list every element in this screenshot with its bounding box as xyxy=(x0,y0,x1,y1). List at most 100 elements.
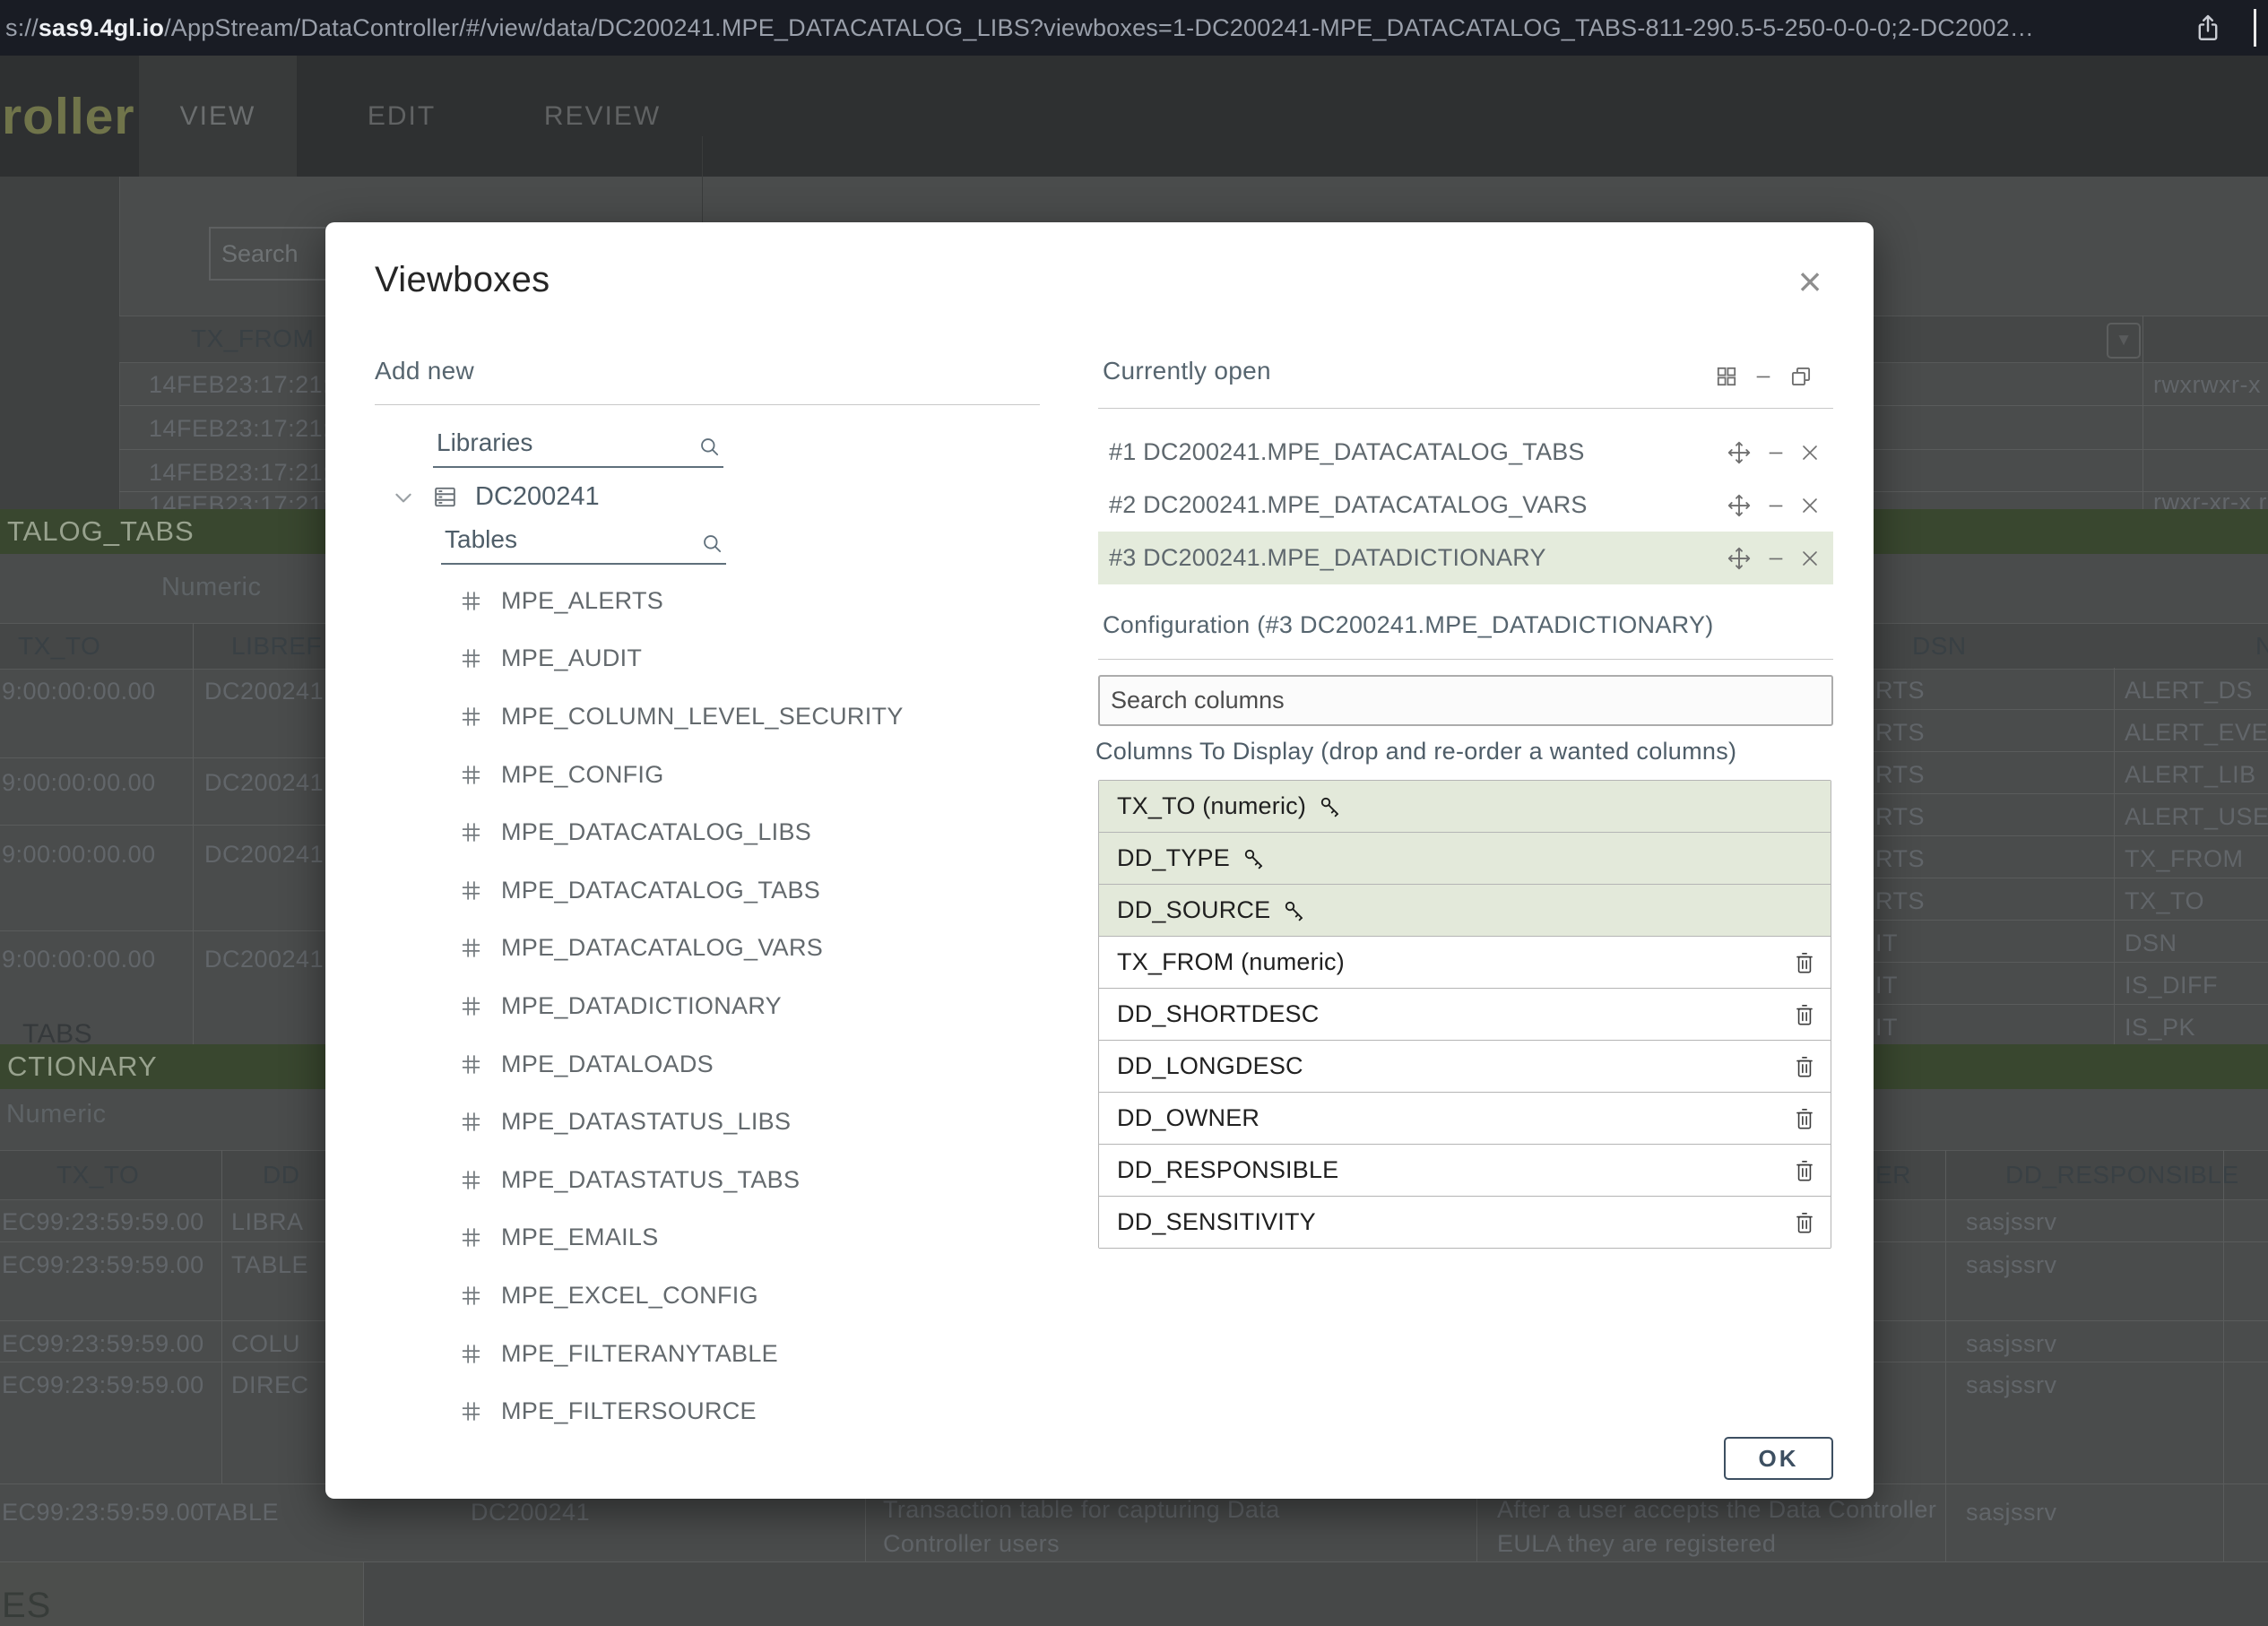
table-item-label: MPE_DATACATALOG_LIBS xyxy=(501,818,811,846)
column-row-dd-source[interactable]: DD_SOURCE xyxy=(1099,885,1831,937)
bg-cell: 9:00:00:00.00 xyxy=(2,678,156,705)
trash-icon[interactable] xyxy=(1793,1157,1816,1184)
app-logo: roller xyxy=(0,56,135,177)
bg-cell: Transaction table for capturing Data Con… xyxy=(883,1492,1349,1561)
trash-icon[interactable] xyxy=(1793,1209,1816,1236)
table-item-mpe-dataloads[interactable]: MPE_DATALOADS xyxy=(459,1035,1086,1094)
viewbox-row-3-selected[interactable]: #3 DC200241.MPE_DATADICTIONARY xyxy=(1098,532,1833,584)
bg-cell: RTS xyxy=(1875,719,1925,747)
table-item-mpe-datacatalog-tabs[interactable]: MPE_DATACATALOG_TABS xyxy=(459,861,1086,920)
grid-layout-icon[interactable] xyxy=(1715,365,1738,388)
table-item-mpe-emails[interactable]: MPE_EMAILS xyxy=(459,1209,1086,1267)
close-viewbox-icon[interactable] xyxy=(1799,442,1821,463)
column-row-dd-type[interactable]: DD_TYPE xyxy=(1099,833,1831,885)
table-item-mpe-filteranytable[interactable]: MPE_FILTERANYTABLE xyxy=(459,1325,1086,1383)
bg-cell: DIREC xyxy=(231,1371,309,1399)
table-item-mpe-alerts[interactable]: MPE_ALERTS xyxy=(459,572,1086,630)
table-grid-icon xyxy=(459,1284,483,1308)
table-item-label: MPE_DATASTATUS_TABS xyxy=(501,1166,800,1194)
column-row-dd-shortdesc[interactable]: DD_SHORTDESC xyxy=(1099,989,1831,1041)
table-item-mpe-datastatus-libs[interactable]: MPE_DATASTATUS_LIBS xyxy=(459,1093,1086,1151)
table-item-mpe-config[interactable]: MPE_CONFIG xyxy=(459,746,1086,804)
bg-bottom-left-panel: ES xyxy=(0,1562,364,1626)
viewbox-row-2[interactable]: #2 DC200241.MPE_DATACATALOG_VARS xyxy=(1098,479,1833,532)
table-item-mpe-datacatalog-vars[interactable]: MPE_DATACATALOG_VARS xyxy=(459,920,1086,978)
bg-cell: DC200241 xyxy=(471,1499,590,1527)
table-item-mpe-datastatus-tabs[interactable]: MPE_DATASTATUS_TABS xyxy=(459,1151,1086,1209)
libraries-search-input[interactable] xyxy=(433,428,697,466)
bg-cell: COLU xyxy=(231,1330,300,1358)
url-domain: sas9.4gl.io xyxy=(39,14,164,41)
minimize-icon[interactable] xyxy=(1766,549,1786,568)
tab-edit[interactable]: EDIT xyxy=(334,56,469,177)
chevron-down-icon[interactable] xyxy=(392,486,415,509)
bg-row-divider xyxy=(0,825,325,826)
move-icon[interactable] xyxy=(1726,492,1753,519)
search-columns-field[interactable] xyxy=(1098,675,1833,726)
bg-type-label: Numeric xyxy=(161,573,261,602)
browser-url-bar[interactable]: s://sas9.4gl.io/AppStream/DataController… xyxy=(0,0,2268,56)
viewbox-label: #1 DC200241.MPE_DATACATALOG_TABS xyxy=(1098,438,1585,466)
columns-to-display-label: Columns To Display (drop and re-order a … xyxy=(1095,738,1736,765)
search-icon xyxy=(697,435,722,459)
table-item-mpe-excel-config[interactable]: MPE_EXCEL_CONFIG xyxy=(459,1267,1086,1325)
trash-icon[interactable] xyxy=(1793,1105,1816,1132)
trash-icon[interactable] xyxy=(1793,1001,1816,1028)
trash-icon[interactable] xyxy=(1793,949,1816,976)
bg-viewbox3-title: CTIONARY xyxy=(7,1051,158,1083)
libraries-search-field[interactable] xyxy=(433,428,723,468)
tab-view[interactable]: VIEW xyxy=(139,56,297,177)
tab-review[interactable]: REVIEW xyxy=(527,56,678,177)
close-icon[interactable]: × xyxy=(1787,258,1833,305)
close-viewbox-icon[interactable] xyxy=(1799,548,1821,569)
column-row-dd-responsible[interactable]: DD_RESPONSIBLE xyxy=(1099,1145,1831,1197)
bg-table1-header-txfrom: TX_FROM xyxy=(191,324,314,353)
table-item-label: MPE_AUDIT xyxy=(501,644,642,672)
minimize-all-icon[interactable] xyxy=(1753,367,1773,386)
bg-col-divider xyxy=(2223,1150,2224,1561)
bg-cell: sasjssrv xyxy=(1966,1371,2057,1399)
tables-search-field[interactable] xyxy=(441,525,726,565)
currently-open-heading: Currently open xyxy=(1103,357,1271,385)
column-row-tx-from[interactable]: TX_FROM (numeric) xyxy=(1099,937,1831,989)
restore-all-icon[interactable] xyxy=(1788,364,1814,389)
table-item-mpe-column-level-security[interactable]: MPE_COLUMN_LEVEL_SECURITY xyxy=(459,688,1086,746)
table-item-label: MPE_DATADICTIONARY xyxy=(501,992,782,1020)
table-grid-icon xyxy=(459,1052,483,1077)
bg-cell: RTS xyxy=(1875,803,1925,831)
minimize-icon[interactable] xyxy=(1766,443,1786,463)
search-columns-input[interactable] xyxy=(1100,686,1831,715)
table-grid-icon xyxy=(459,820,483,844)
bg-table2-header-name: N xyxy=(2255,632,2268,661)
viewbox-row-1[interactable]: #1 DC200241.MPE_DATACATALOG_TABS xyxy=(1098,426,1833,479)
minimize-icon[interactable] xyxy=(1766,496,1786,515)
table-item-mpe-audit[interactable]: MPE_AUDIT xyxy=(459,630,1086,688)
table-item-mpe-datadictionary[interactable]: MPE_DATADICTIONARY xyxy=(459,977,1086,1035)
library-tree-item[interactable]: DC200241 xyxy=(392,482,600,512)
trash-icon[interactable] xyxy=(1793,1053,1816,1080)
bg-cell: EC99:23:59:59.00 xyxy=(2,1208,204,1236)
table-grid-icon xyxy=(459,1399,483,1423)
table-item-label: MPE_CONFIG xyxy=(501,761,664,789)
bg-cell: 9:00:00:00.00 xyxy=(2,946,156,973)
column-row-dd-sensitivity[interactable]: DD_SENSITIVITY xyxy=(1099,1197,1831,1249)
column-row-dd-owner[interactable]: DD_OWNER xyxy=(1099,1093,1831,1145)
bg-cell: IT xyxy=(1875,1014,1898,1042)
bg-cell: LIBRA xyxy=(231,1208,304,1236)
tables-search-input[interactable] xyxy=(441,525,700,563)
table-item-mpe-filtersource[interactable]: MPE_FILTERSOURCE xyxy=(459,1382,1086,1440)
move-icon[interactable] xyxy=(1726,439,1753,466)
bg-cell: IT xyxy=(1875,930,1898,957)
background-sidebar xyxy=(0,177,120,509)
ok-button[interactable]: OK xyxy=(1724,1437,1833,1480)
close-viewbox-icon[interactable] xyxy=(1799,495,1821,516)
column-row-tx-to[interactable]: TX_TO (numeric) xyxy=(1099,781,1831,833)
filter-icon: ▼ xyxy=(2107,323,2141,359)
bg-cell: ALERT_LIB xyxy=(2125,761,2256,789)
table-item-mpe-datacatalog-libs[interactable]: MPE_DATACATALOG_LIBS xyxy=(459,803,1086,861)
divider xyxy=(1098,408,1833,409)
column-row-dd-longdesc[interactable]: DD_LONGDESC xyxy=(1099,1041,1831,1093)
share-icon[interactable] xyxy=(2193,13,2223,43)
text-cursor xyxy=(2254,9,2256,47)
move-icon[interactable] xyxy=(1726,545,1753,572)
